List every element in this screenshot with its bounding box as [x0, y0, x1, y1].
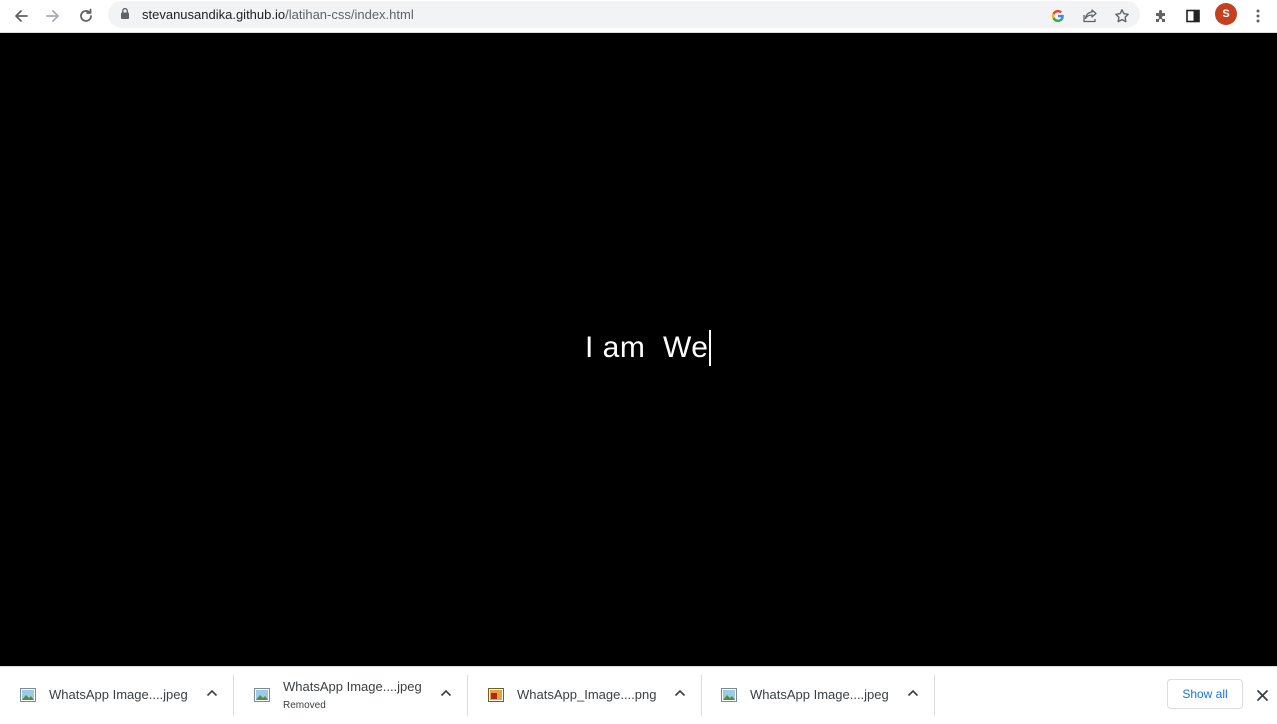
url-host: stevanusandika.github.io [142, 7, 286, 22]
typed-text: I am We [585, 331, 709, 364]
reload-button[interactable] [73, 3, 99, 29]
back-button[interactable] [8, 3, 34, 29]
profile-avatar[interactable]: S [1215, 3, 1237, 25]
download-status: Removed [283, 700, 326, 711]
extensions-icon [1156, 10, 1165, 22]
download-item[interactable]: WhatsApp Image....jpeg [0, 667, 234, 724]
image-file-icon [20, 688, 36, 702]
back-icon [15, 10, 28, 22]
browser-toolbar: stevanusandika.github.io/latihan-css/ind… [0, 0, 1277, 33]
star-icon [1115, 9, 1129, 23]
google-lens-button[interactable] [1045, 3, 1071, 29]
address-bar[interactable]: stevanusandika.github.io/latihan-css/ind… [108, 1, 1140, 28]
bookmark-button[interactable] [1109, 3, 1135, 29]
image-file-icon [721, 688, 737, 702]
share-icon [1083, 9, 1097, 23]
download-filename: WhatsApp Image....jpeg [283, 679, 422, 694]
extensions-button[interactable] [1148, 3, 1174, 29]
show-all-button[interactable]: Show all [1167, 679, 1243, 709]
chevron-up-icon[interactable] [907, 689, 919, 697]
close-icon [1256, 689, 1268, 701]
reload-icon [80, 8, 92, 22]
share-button[interactable] [1077, 3, 1103, 29]
lock-icon[interactable] [120, 7, 130, 20]
typing-text-container: I am We [585, 330, 712, 366]
text-cursor [709, 330, 712, 366]
chevron-up-icon[interactable] [674, 689, 686, 697]
forward-icon [46, 10, 59, 22]
chevron-up-icon[interactable] [440, 689, 452, 697]
page-content: I am We [0, 33, 1277, 666]
more-icon [1256, 9, 1260, 23]
more-menu-button[interactable] [1245, 3, 1271, 29]
url-text[interactable]: stevanusandika.github.io/latihan-css/ind… [142, 7, 414, 22]
png-file-icon [488, 688, 504, 702]
download-item[interactable]: WhatsApp_Image....png [468, 667, 702, 724]
forward-button[interactable] [40, 3, 66, 29]
image-file-icon [254, 688, 270, 702]
download-filename: WhatsApp Image....jpeg [750, 687, 889, 702]
side-panel-button[interactable] [1180, 3, 1206, 29]
download-filename: WhatsApp Image....jpeg [49, 687, 188, 702]
download-item[interactable]: WhatsApp Image....jpeg Removed [234, 667, 468, 724]
chevron-up-icon[interactable] [206, 689, 218, 697]
google-icon [1051, 9, 1064, 23]
download-item[interactable]: WhatsApp Image....jpeg [701, 667, 935, 724]
download-shelf: WhatsApp Image....jpeg WhatsApp Image...… [0, 666, 1277, 724]
close-shelf-button[interactable] [1253, 686, 1271, 704]
url-path: /latihan-css/index.html [285, 7, 414, 22]
side-panel-icon [1186, 9, 1200, 23]
divider [934, 675, 935, 716]
download-filename: WhatsApp_Image....png [517, 687, 657, 702]
